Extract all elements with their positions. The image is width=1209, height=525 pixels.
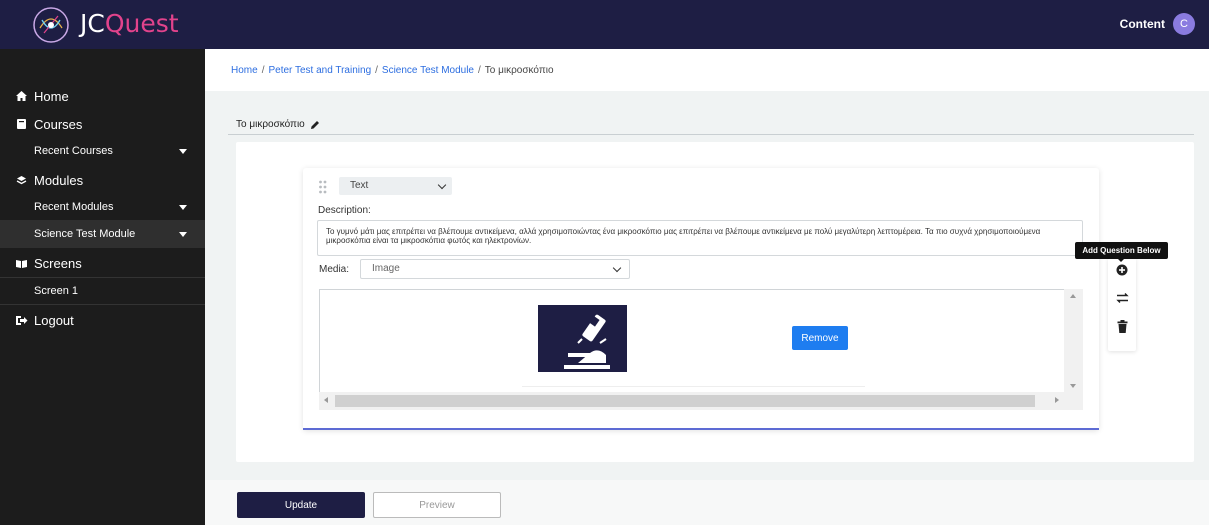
breadcrumb-current: Το μικροσκόπιο <box>484 65 554 76</box>
user-menu[interactable]: Content C <box>1120 13 1195 35</box>
app-name: JCQuest <box>80 9 179 38</box>
sidebar-item-label: Screen 1 <box>34 285 79 297</box>
media-type-value: Image <box>372 263 400 274</box>
sidebar-item-science-test-module[interactable]: Science Test Module <box>0 220 205 248</box>
sidebar-item-recent-modules[interactable]: Recent Modules <box>0 193 205 221</box>
title-divider <box>228 134 1194 135</box>
question-card-accent <box>303 428 1099 430</box>
horizontal-scroll-thumb[interactable] <box>335 395 1035 407</box>
caret-down-icon <box>179 149 187 154</box>
sidebar-item-label: Logout <box>34 312 74 328</box>
sidebar-item-logout[interactable]: Logout <box>0 311 205 329</box>
page-title: Το μικροσκόπιο <box>236 119 320 130</box>
description-textarea[interactable]: Το γυμνό μάτι μας επιτρέπει να βλέπουμε … <box>317 220 1083 256</box>
add-question-below-button[interactable] <box>1114 262 1130 278</box>
logout-icon <box>14 313 28 327</box>
chevron-down-icon <box>612 263 622 273</box>
microscope-image <box>538 305 627 372</box>
swap-question-button[interactable] <box>1114 290 1130 306</box>
sidebar-item-label: Screens <box>34 255 82 271</box>
remove-media-button[interactable]: Remove <box>792 326 848 350</box>
scroll-right-icon[interactable] <box>1055 397 1059 403</box>
scroll-left-icon[interactable] <box>324 397 328 403</box>
sidebar-item-label: Modules <box>34 172 84 188</box>
breadcrumb-home-link[interactable]: Home <box>231 65 258 76</box>
breadcrumb-course-link[interactable]: Peter Test and Training <box>268 65 371 76</box>
media-divider <box>522 386 865 387</box>
page-title-text: Το μικροσκόπιο <box>236 119 305 130</box>
sidebar-item-screens[interactable]: Screens <box>0 254 205 272</box>
media-label: Media: <box>319 264 350 275</box>
swap-arrows-icon <box>1115 293 1129 303</box>
preview-button[interactable]: Preview <box>373 492 501 518</box>
caret-down-icon <box>179 205 187 210</box>
layers-icon <box>14 173 28 187</box>
question-type-select[interactable]: Text <box>339 177 452 195</box>
brain-logo-icon <box>33 7 69 43</box>
plus-circle-icon <box>1116 264 1128 276</box>
microscope-icon <box>538 305 627 372</box>
sidebar-item-screen-1[interactable]: Screen 1 <box>0 277 205 305</box>
media-type-select[interactable]: Image <box>360 259 630 279</box>
open-book-icon <box>14 256 28 270</box>
chevron-down-icon <box>437 180 447 190</box>
sidebar-item-label: Recent Courses <box>34 145 113 157</box>
description-label: Description: <box>318 205 371 216</box>
question-type-value: Text <box>350 180 369 191</box>
add-question-tooltip: Add Question Below <box>1075 242 1168 259</box>
drag-handle-icon[interactable] <box>318 180 328 194</box>
book-icon <box>14 117 28 131</box>
avatar[interactable]: C <box>1173 13 1195 35</box>
trash-icon <box>1117 319 1127 333</box>
scroll-up-icon[interactable] <box>1070 294 1076 298</box>
breadcrumb-module-link[interactable]: Science Test Module <box>382 65 474 76</box>
sidebar-item-label: Home <box>34 88 69 104</box>
pencil-icon[interactable] <box>310 120 320 130</box>
scroll-down-icon[interactable] <box>1070 384 1076 388</box>
sidebar-item-label: Courses <box>34 116 83 132</box>
delete-question-button[interactable] <box>1114 318 1130 334</box>
user-role-label: Content <box>1119 17 1165 31</box>
vertical-scrollbar[interactable] <box>1064 289 1083 393</box>
home-icon <box>14 89 28 103</box>
sidebar-item-label: Recent Modules <box>34 201 114 213</box>
update-button[interactable]: Update <box>237 492 365 518</box>
sidebar-item-courses[interactable]: Courses <box>0 115 205 133</box>
sidebar-divider <box>0 304 205 305</box>
breadcrumb: Home / Peter Test and Training / Science Tes… <box>231 65 554 76</box>
sidebar-item-label: Science Test Module <box>34 228 136 240</box>
caret-down-icon <box>179 232 187 237</box>
logo[interactable]: JCQuest <box>0 0 205 49</box>
sidebar-item-home[interactable]: Home <box>0 87 205 105</box>
sidebar-item-recent-courses[interactable]: Recent Courses <box>0 137 205 165</box>
sidebar-item-modules[interactable]: Modules <box>0 171 205 189</box>
